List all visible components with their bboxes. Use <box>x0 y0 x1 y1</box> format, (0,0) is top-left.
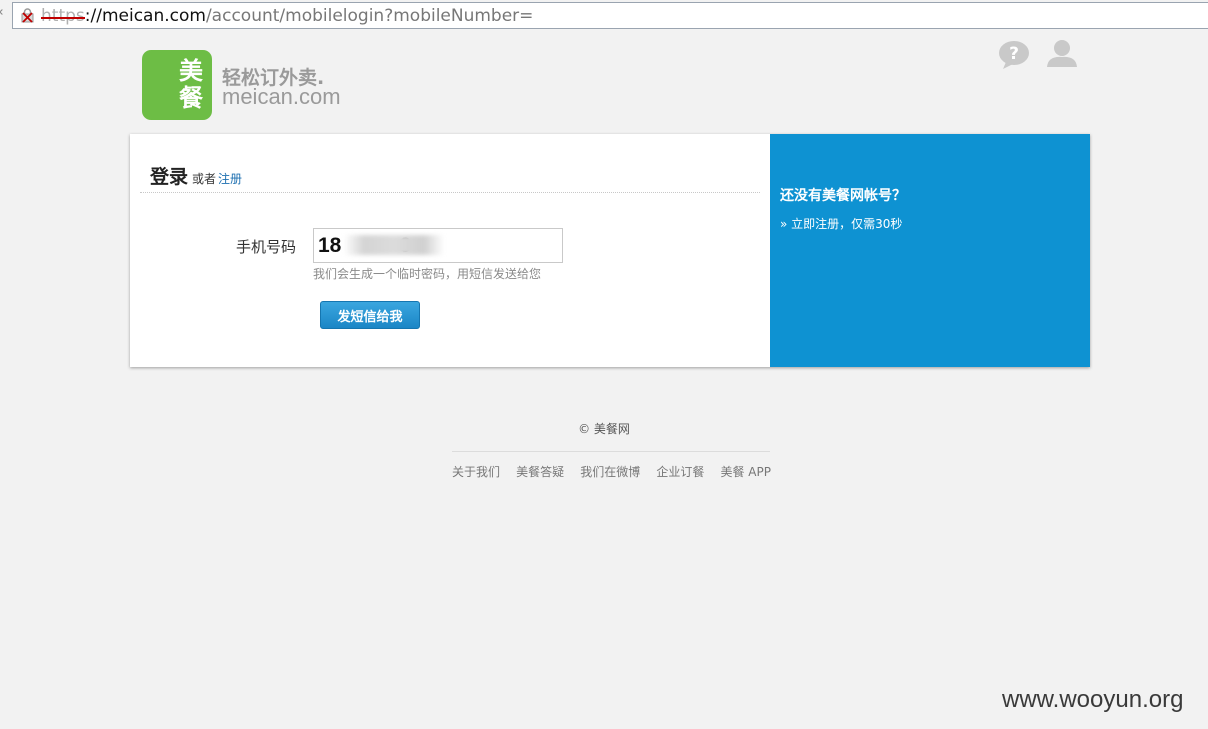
footer-link-about[interactable]: 关于我们 <box>452 465 500 479</box>
send-sms-button[interactable]: 发短信给我 <box>320 301 420 329</box>
user-icon[interactable] <box>1044 38 1080 68</box>
footer-divider <box>452 451 770 452</box>
logo-char-2: 餐 <box>179 84 203 112</box>
browser-address-bar: https://meican.com/account/mobilelogin?m… <box>0 0 1208 33</box>
login-or: 或者 <box>192 172 217 186</box>
redaction-blur <box>344 235 444 255</box>
divider <box>140 192 760 193</box>
url-path: /account/mobilelogin?mobileNumber= <box>205 6 534 26</box>
copyright: © 美餐网 <box>578 422 630 436</box>
site-name: meican.com <box>222 84 341 109</box>
help-icon[interactable]: ? <box>997 40 1031 70</box>
meican-logo[interactable]: 美 餐 <box>142 50 212 120</box>
url-host: ://meican.com <box>84 6 206 26</box>
footer-link-enterprise[interactable]: 企业订餐 <box>656 465 704 479</box>
register-panel-title: 还没有美餐网帐号？ <box>780 188 906 204</box>
login-title: 登录 <box>150 166 189 188</box>
register-link[interactable]: 注册 <box>218 172 242 186</box>
url-field[interactable]: https://meican.com/account/mobilelogin?m… <box>12 2 1208 29</box>
register-panel: 还没有美餐网帐号？ » 立即注册，仅需30秒 <box>770 134 1090 367</box>
phone-hint: 我们会生成一个临时密码，用短信发送给您 <box>313 267 542 281</box>
watermark: www.wooyun.org <box>1002 686 1184 713</box>
url-text: https://meican.com/account/mobilelogin?m… <box>41 5 533 27</box>
footer-link-faq[interactable]: 美餐答疑 <box>516 465 564 479</box>
footer-link-app[interactable]: 美餐 APP <box>720 465 771 479</box>
login-heading: 登录 或者 注册 <box>150 162 242 189</box>
back-arrow-icon[interactable] <box>0 9 5 15</box>
phone-label: 手机号码 <box>236 238 297 256</box>
login-card: 登录或者注册 手机号码 我们会生成一个临时密码，用短信发送给您 发短信给我 还没… <box>130 134 1090 367</box>
url-scheme: https <box>41 6 85 26</box>
broken-lock-icon <box>21 8 34 23</box>
register-now-link[interactable]: » 立即注册，仅需30秒 <box>780 215 902 232</box>
footer-link-weibo[interactable]: 我们在微博 <box>580 465 640 479</box>
svg-text:?: ? <box>1009 44 1019 64</box>
logo-char-1: 美 <box>179 57 203 85</box>
footer-links: 关于我们 美餐答疑 我们在微博 企业订餐 美餐 APP <box>452 461 782 480</box>
